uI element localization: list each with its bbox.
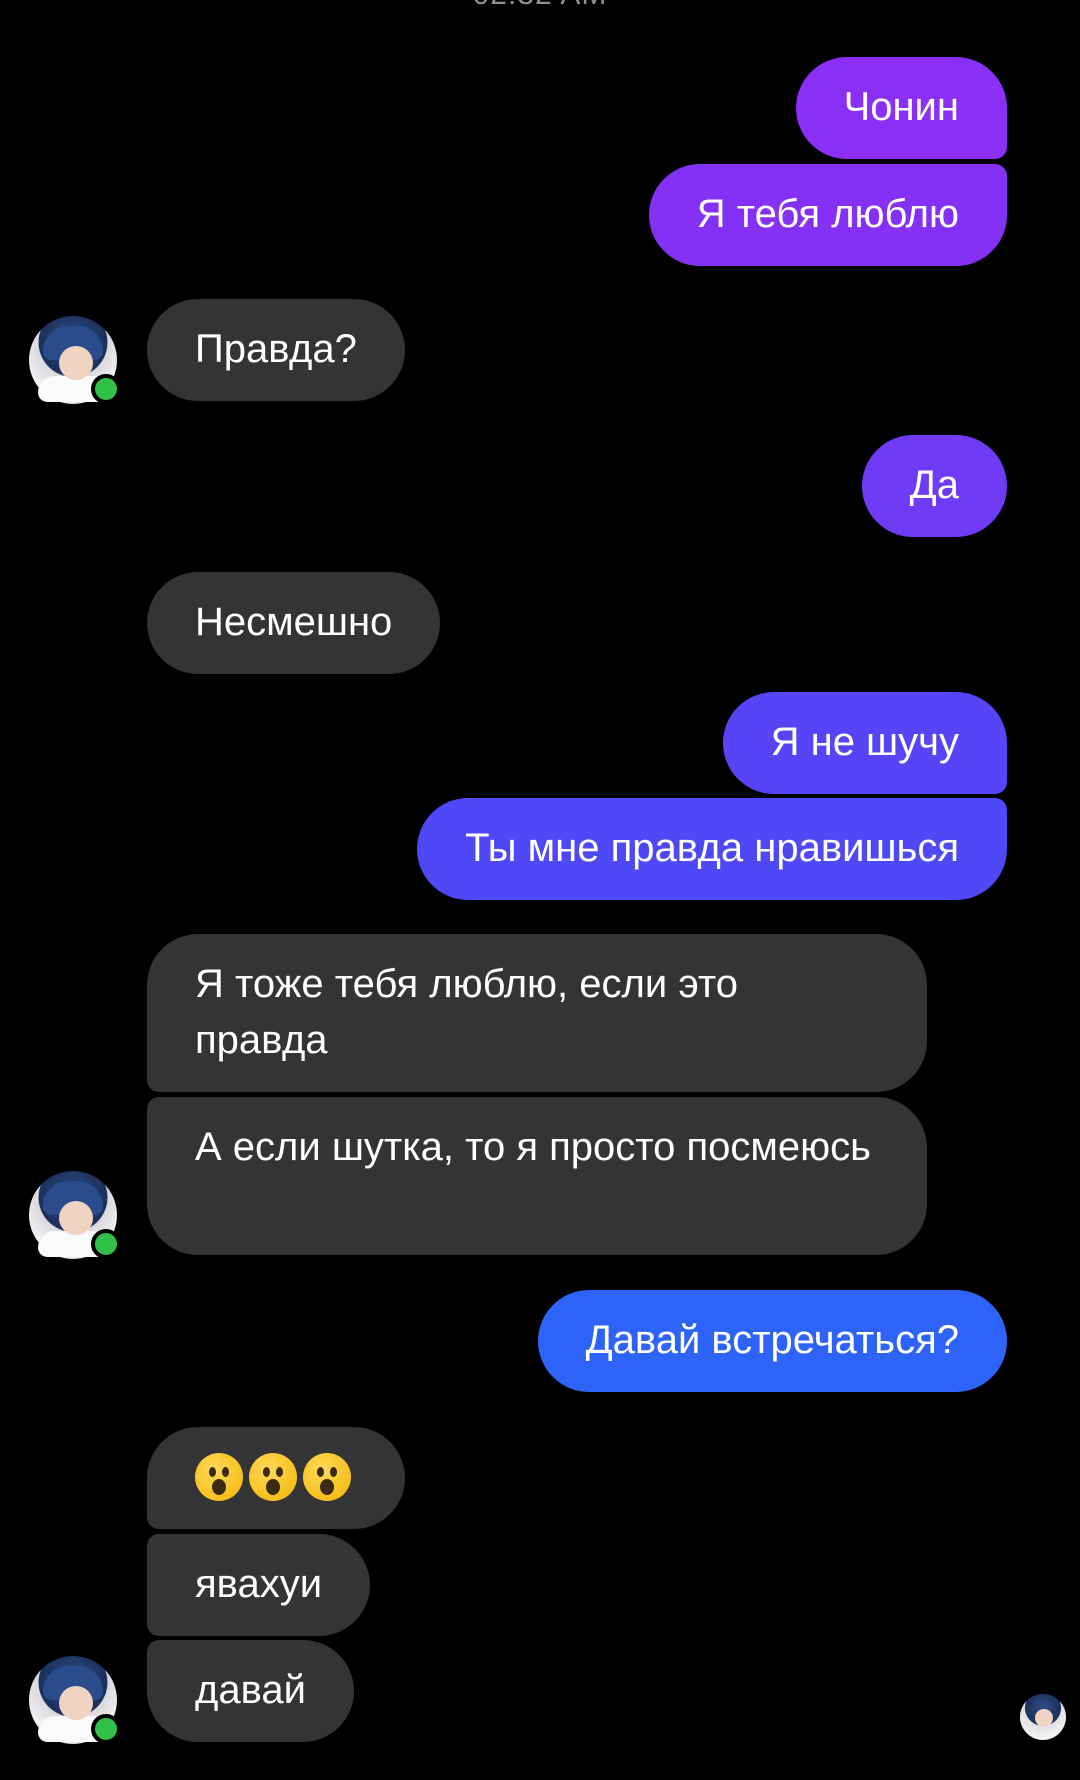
incoming-message[interactable]: Я тоже тебя люблю, если это правда bbox=[147, 934, 927, 1092]
incoming-message[interactable]: А если шутка, то я просто посмеюсь bbox=[147, 1097, 927, 1255]
contact-avatar[interactable] bbox=[29, 1171, 121, 1259]
online-status-dot bbox=[91, 374, 121, 404]
online-status-dot bbox=[91, 1714, 121, 1744]
timestamp: 02:32 AM bbox=[0, 0, 1080, 12]
online-status-dot bbox=[91, 1229, 121, 1259]
incoming-emoji-message[interactable] bbox=[147, 1427, 405, 1529]
outgoing-message[interactable]: Я не шучу bbox=[722, 692, 1007, 794]
outgoing-message[interactable]: Ты мне правда нравишься bbox=[417, 798, 1007, 900]
outgoing-message[interactable]: Чонин bbox=[795, 57, 1007, 159]
astonished-face-icon bbox=[303, 1453, 351, 1501]
contact-avatar[interactable] bbox=[29, 1656, 121, 1744]
incoming-message[interactable]: явахуи bbox=[147, 1534, 371, 1636]
contact-avatar[interactable] bbox=[29, 316, 121, 404]
incoming-message[interactable]: Правда? bbox=[147, 299, 405, 401]
outgoing-message[interactable]: Я тебя люблю bbox=[648, 164, 1007, 266]
astonished-face-icon bbox=[249, 1453, 297, 1501]
incoming-message[interactable]: давай bbox=[147, 1640, 354, 1742]
outgoing-message[interactable]: Давай встречаться? bbox=[537, 1290, 1007, 1392]
seen-receipt-avatar bbox=[1020, 1694, 1066, 1740]
incoming-message[interactable]: Несмешно bbox=[147, 572, 441, 674]
outgoing-message[interactable]: Да bbox=[861, 435, 1007, 537]
astonished-face-icon bbox=[195, 1453, 243, 1501]
